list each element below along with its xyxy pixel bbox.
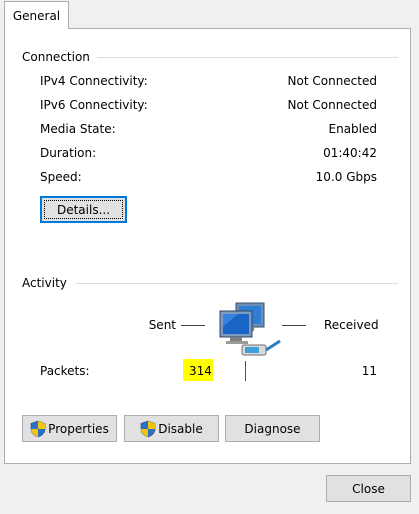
sent-label: Sent	[148, 318, 176, 332]
ipv4-connectivity-label: IPv4 Connectivity:	[40, 74, 148, 88]
network-computers-icon	[219, 302, 281, 356]
activity-divider	[76, 283, 398, 284]
ipv6-connectivity-label: IPv6 Connectivity:	[40, 98, 148, 112]
sent-connector-line	[181, 325, 205, 326]
received-label: Received	[324, 318, 379, 332]
speed-label: Speed:	[40, 170, 82, 184]
diagnose-button-label: Diagnose	[244, 421, 301, 436]
disable-button-label: Disable	[158, 421, 203, 436]
tab-general-label: General	[12, 8, 61, 23]
packets-sent-value: 314	[189, 364, 212, 378]
media-state-label: Media State:	[40, 122, 116, 136]
connection-heading: Connection	[22, 50, 90, 64]
disable-button[interactable]: Disable	[124, 415, 219, 442]
packets-received-value: 11	[361, 364, 377, 378]
connection-divider	[97, 57, 398, 58]
duration-value: 01:40:42	[323, 146, 377, 160]
diagnose-button[interactable]: Diagnose	[225, 415, 320, 442]
details-focus-rect	[44, 200, 123, 219]
uac-shield-icon	[30, 420, 46, 437]
tab-general[interactable]: General	[4, 1, 69, 29]
packets-label: Packets:	[40, 364, 90, 378]
close-button-label: Close	[352, 481, 385, 496]
uac-shield-icon	[140, 420, 156, 437]
ipv4-connectivity-value: Not Connected	[287, 74, 377, 88]
received-connector-line	[282, 325, 306, 326]
speed-value: 10.0 Gbps	[315, 170, 377, 184]
activity-separator-line	[245, 361, 246, 381]
close-button[interactable]: Close	[326, 475, 411, 502]
general-tab-panel: Connection IPv4 Connectivity: Not Connec…	[4, 28, 411, 464]
ipv6-connectivity-value: Not Connected	[287, 98, 377, 112]
media-state-value: Enabled	[328, 122, 378, 136]
activity-heading: Activity	[22, 276, 67, 290]
properties-button-label: Properties	[48, 421, 109, 436]
details-button[interactable]: Details...	[40, 196, 127, 223]
properties-button[interactable]: Properties	[22, 415, 117, 442]
duration-label: Duration:	[40, 146, 97, 160]
